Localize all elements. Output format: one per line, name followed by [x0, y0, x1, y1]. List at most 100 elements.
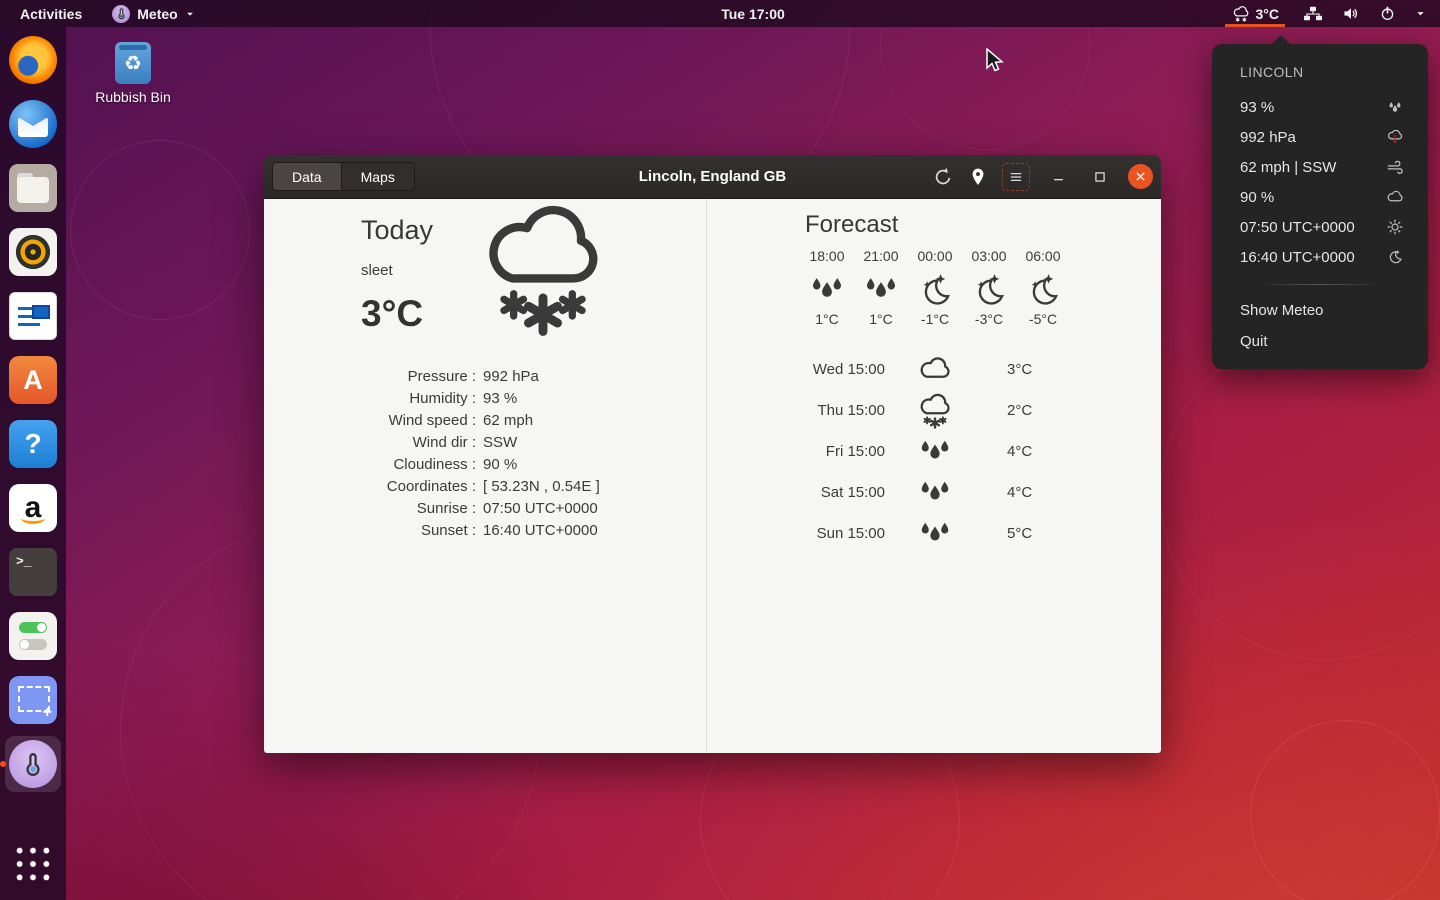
dock-item-thunderbird[interactable]: [9, 100, 57, 148]
day-temp: 3°C: [985, 361, 1161, 378]
detail-row: Sunset : 16:40 UTC+0000: [264, 520, 706, 542]
rain-icon: [808, 271, 846, 309]
mouse-cursor: [984, 48, 1006, 74]
window-title: Lincoln, England GB: [639, 168, 787, 185]
cloudiness-icon: [1386, 188, 1404, 206]
dock-item-ubuntu-software[interactable]: A: [9, 356, 57, 404]
tab-data[interactable]: Data: [272, 162, 342, 191]
power-icon[interactable]: [1379, 5, 1396, 22]
popup-stat-value: 07:50 UTC+0000: [1240, 219, 1386, 236]
quit-menu-item[interactable]: Quit: [1212, 326, 1428, 357]
menu-separator: [1260, 284, 1380, 285]
ubuntu-software-icon: A: [9, 356, 57, 404]
day-label: Sat 15:00: [707, 484, 885, 501]
forecast-pane: Forecast 18:001°C21:001°C00:00-1°C03:00-…: [707, 199, 1161, 753]
detail-value: 992 hPa: [483, 366, 539, 388]
dock-item-amazon[interactable]: a: [9, 484, 57, 532]
rain-icon: [862, 271, 900, 309]
detail-value: [ 53.23N , 0.54E ]: [483, 476, 600, 498]
popup-stat-value: 992 hPa: [1240, 129, 1386, 146]
chevron-down-icon[interactable]: [1415, 8, 1426, 19]
hour-time: 06:00: [1016, 248, 1070, 264]
view-switcher: Data Maps: [272, 162, 415, 191]
popup-city-title: LINCOLN: [1212, 60, 1428, 92]
clock[interactable]: Tue 17:00: [721, 0, 785, 27]
dock-item-rhythmbox[interactable]: [9, 228, 57, 276]
forecast-hour-column: 06:00-5°C: [1016, 248, 1070, 327]
detail-label: Wind speed :: [264, 410, 476, 432]
detail-row: Coordinates : [ 53.23N , 0.54E ]: [264, 476, 706, 498]
menu-button[interactable]: [1002, 163, 1030, 191]
wallpaper-circle: [1160, 330, 1440, 660]
wallpaper-circle: [70, 140, 250, 320]
dock-item-settings[interactable]: [9, 612, 57, 660]
close-button[interactable]: [1128, 164, 1153, 189]
dock-item-libreoffice-writer[interactable]: [9, 292, 57, 340]
location-pin-button[interactable]: [968, 163, 988, 191]
detail-label: Cloudiness :: [264, 454, 476, 476]
activities-button[interactable]: Activities: [16, 0, 86, 27]
wind-icon: [1386, 158, 1404, 176]
popup-stat-value: 62 mph | SSW: [1240, 159, 1386, 176]
app-menu[interactable]: Meteo: [108, 0, 198, 27]
detail-value: 16:40 UTC+0000: [483, 520, 598, 542]
top-bar: Activities Meteo Tue 17:00 3°C: [0, 0, 1440, 27]
detail-value: 90 %: [483, 454, 517, 476]
tab-maps[interactable]: Maps: [342, 162, 415, 191]
moon-stars-icon: [970, 271, 1008, 309]
refresh-button[interactable]: [932, 163, 954, 191]
hour-temp: 1°C: [854, 311, 908, 327]
sunrise-icon: [1386, 218, 1404, 236]
day-label: Wed 15:00: [707, 361, 885, 378]
minimize-button[interactable]: [1044, 163, 1072, 191]
window-content: Today sleet 3°C Pressure :992 hPaHumidit…: [264, 199, 1161, 753]
detail-label: Pressure :: [264, 366, 476, 388]
maximize-button[interactable]: [1086, 163, 1114, 191]
forecast-day-row: Sun 15:005°C: [707, 513, 1161, 554]
show-meteo-menu-item[interactable]: Show Meteo: [1212, 295, 1428, 326]
cloud-icon: [917, 352, 953, 388]
today-heading: Today: [361, 215, 433, 246]
rhythmbox-icon: [9, 228, 57, 276]
network-icon[interactable]: [1304, 6, 1322, 21]
hour-time: 03:00: [962, 248, 1016, 264]
sunset-icon: [1386, 248, 1404, 266]
amazon-icon: a: [9, 484, 57, 532]
popup-stat-row: 07:50 UTC+0000: [1212, 212, 1428, 242]
dock-item-screenshot[interactable]: [9, 676, 57, 724]
cloud-snow-icon: [917, 393, 953, 429]
forecast-hour-column: 03:00 -3°C: [962, 248, 1016, 327]
titlebar[interactable]: Data Maps Lincoln, England GB: [264, 155, 1161, 199]
app-menu-label: Meteo: [137, 6, 177, 22]
volume-icon[interactable]: [1341, 5, 1360, 22]
moon-stars-icon: [1024, 271, 1062, 309]
dock-item-terminal[interactable]: >_: [9, 548, 57, 596]
detail-row: Pressure : 992 hPa: [264, 366, 706, 388]
rain-icon: [917, 516, 953, 552]
moon-stars-icon: [916, 271, 954, 309]
files-icon: [9, 164, 57, 212]
detail-value: SSW: [483, 432, 517, 454]
trash-icon: ♻: [115, 42, 151, 84]
rubbish-bin-desktop-icon[interactable]: ♻ Rubbish Bin: [92, 42, 174, 105]
forecast-hour-column: 18:001°C: [800, 248, 854, 327]
detail-value: 62 mph: [483, 410, 533, 432]
day-label: Thu 15:00: [707, 402, 885, 419]
dock-item-firefox[interactable]: [9, 36, 57, 84]
humidity-drops-icon: [1386, 98, 1404, 116]
dock-item-app-grid[interactable]: [13, 844, 53, 884]
dock-item-meteo-thermometer[interactable]: [9, 740, 57, 788]
hour-temp: -1°C: [908, 311, 962, 327]
meteo-thermometer-icon: [9, 740, 57, 788]
weather-indicator[interactable]: 3°C: [1225, 0, 1286, 27]
hour-time: 18:00: [800, 248, 854, 264]
cloud-snow-icon: [476, 199, 610, 341]
chevron-down-icon: [185, 9, 195, 19]
hour-temp: -3°C: [962, 311, 1016, 327]
rain-icon: [917, 475, 953, 511]
dock-item-help[interactable]: ?: [9, 420, 57, 468]
detail-label: Coordinates :: [264, 476, 476, 498]
popup-stat-row: 62 mph | SSW: [1212, 152, 1428, 182]
detail-label: Sunset :: [264, 520, 476, 542]
dock-item-files[interactable]: [9, 164, 57, 212]
